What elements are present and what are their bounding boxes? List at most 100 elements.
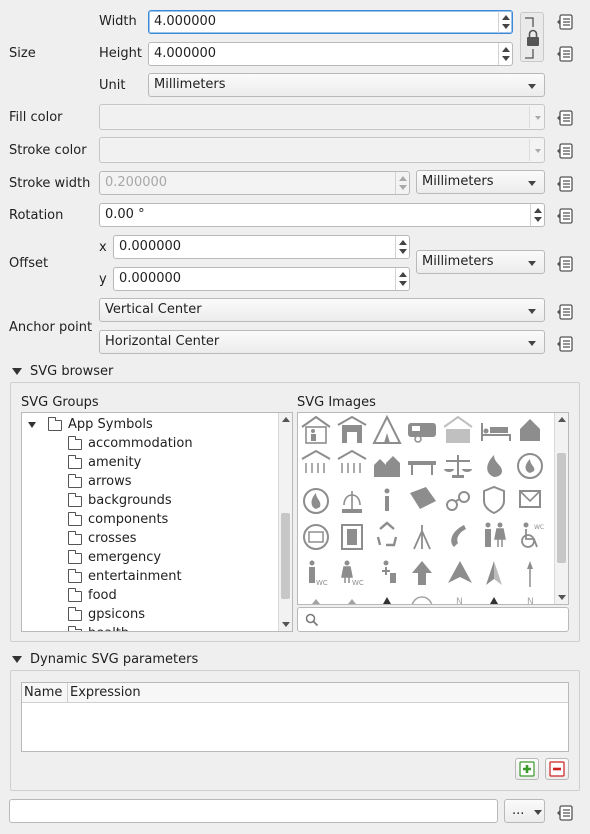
svg-path-input[interactable]: [9, 799, 498, 823]
height-value: 4.000000: [154, 46, 217, 61]
tree-item-label: gpsicons: [88, 607, 146, 622]
browse-button[interactable]: ...: [504, 799, 545, 823]
north-arrow-icon: [448, 561, 472, 583]
tree-item[interactable]: arrows: [22, 472, 278, 491]
width-spin-buttons[interactable]: [498, 11, 512, 33]
hotel-icon: [337, 415, 367, 443]
tree-item-label: backgrounds: [88, 493, 172, 508]
offset-y-spinbox[interactable]: 0.000000: [113, 267, 410, 291]
rotation-spin-buttons[interactable]: [530, 204, 544, 226]
svg-path-data-defined-button[interactable]: [552, 802, 578, 824]
stroke-width-spin-buttons[interactable]: [395, 172, 409, 194]
fill-color-data-defined-button[interactable]: [552, 107, 578, 129]
tree-item[interactable]: gpsicons: [22, 605, 278, 624]
offset-y-label: y: [99, 272, 107, 287]
scrollbar-thumb[interactable]: [281, 513, 290, 599]
north-arrow-3-icon: [527, 561, 533, 587]
data-defined-override-icon: [557, 176, 573, 192]
tree-item[interactable]: emergency: [22, 548, 278, 567]
add-parameter-button[interactable]: [515, 758, 539, 780]
toilets-men-icon: WC: [309, 560, 328, 587]
stroke-color-label: Stroke color: [9, 143, 87, 158]
tree-item-label: arrows: [88, 474, 132, 489]
dynamic-params-collapse-icon[interactable]: [12, 656, 22, 663]
anchor-horizontal-value: Horizontal Center: [105, 334, 220, 349]
expand-icon[interactable]: [28, 422, 36, 428]
svg-symbol-thumbnails[interactable]: WC WC WC NN: [298, 413, 556, 604]
stroke-width-unit-combobox[interactable]: Millimeters: [416, 170, 545, 194]
stroke-width-spinbox[interactable]: 0.200000: [99, 171, 410, 195]
toilets-icon: [485, 522, 506, 547]
north-arrow-2-icon: [486, 561, 502, 585]
stroke-width-data-defined-button[interactable]: [552, 173, 578, 195]
offset-x-spinbox[interactable]: 0.000000: [113, 235, 410, 259]
dynamic-params-title[interactable]: Dynamic SVG parameters: [30, 652, 198, 668]
svg-browser-title[interactable]: SVG browser: [30, 364, 113, 380]
remove-parameter-button[interactable]: [545, 758, 569, 780]
anchor-vertical-combobox[interactable]: Vertical Center: [99, 298, 545, 322]
svg-text:WC: WC: [352, 579, 364, 587]
column-header-name[interactable]: Name: [22, 683, 68, 703]
column-header-expression[interactable]: Expression: [68, 683, 568, 703]
survey-point-icon: [413, 525, 431, 550]
tree-item[interactable]: components: [22, 510, 278, 529]
images-scrollbar[interactable]: [554, 413, 568, 604]
tree-item[interactable]: crosses: [22, 529, 278, 548]
width-spinbox[interactable]: 4.000000: [148, 10, 513, 34]
groups-scrollbar[interactable]: [278, 413, 292, 631]
svg-text:N: N: [527, 597, 534, 604]
data-defined-override-icon: [557, 304, 573, 320]
post-box-icon: [519, 490, 541, 508]
svg-images-grid[interactable]: WC WC WC NN: [297, 412, 569, 605]
rotation-value: 0.00 °: [105, 207, 145, 222]
stroke-color-button[interactable]: [99, 137, 545, 163]
handcuffs-icon: [446, 491, 470, 511]
chevron-down-icon: [534, 810, 542, 815]
offset-x-label: x: [99, 240, 107, 255]
tree-item[interactable]: food: [22, 586, 278, 605]
tree-item[interactable]: accommodation: [22, 434, 278, 453]
tree-item-label: components: [88, 512, 169, 527]
bench-icon: [408, 461, 436, 475]
scrollbar-thumb[interactable]: [557, 453, 566, 563]
tree-item[interactable]: health: [22, 624, 278, 631]
width-data-defined-button[interactable]: [552, 11, 578, 33]
unit-label: Unit: [99, 78, 126, 93]
offset-x-spin-buttons[interactable]: [395, 236, 409, 258]
anchor-horizontal-data-defined-button[interactable]: [552, 333, 578, 355]
camping-icon: [372, 414, 402, 444]
tree-item[interactable]: backgrounds: [22, 491, 278, 510]
folder-icon: [68, 531, 82, 545]
lock-aspect-ratio-button[interactable]: [520, 12, 544, 62]
unit-combobox[interactable]: Millimeters: [148, 73, 545, 97]
svg-browser-collapse-icon[interactable]: [12, 368, 22, 375]
height-spin-buttons[interactable]: [498, 43, 512, 65]
tree-item[interactable]: entertainment: [22, 567, 278, 586]
dynamic-params-table[interactable]: Name Expression: [21, 682, 569, 752]
folder-icon: [68, 512, 82, 526]
stroke-color-data-defined-button[interactable]: [552, 140, 578, 162]
offset-unit-combobox[interactable]: Millimeters: [416, 250, 545, 274]
svg-groups-tree[interactable]: App Symbols accommodation amenity arrows ba…: [21, 412, 293, 632]
height-spinbox[interactable]: 4.000000: [148, 42, 513, 66]
offset-label: Offset: [9, 256, 49, 271]
anchor-vertical-data-defined-button[interactable]: [552, 301, 578, 323]
height-data-defined-button[interactable]: [552, 43, 578, 65]
offset-data-defined-button[interactable]: [552, 253, 578, 275]
anchor-horizontal-combobox[interactable]: Horizontal Center: [99, 330, 545, 354]
tree-item-label: emergency: [88, 550, 162, 565]
svg-search-input[interactable]: [297, 607, 569, 632]
tree-item[interactable]: amenity: [22, 453, 278, 472]
rotation-spinbox[interactable]: 0.00 °: [99, 203, 545, 227]
fill-color-button[interactable]: [99, 104, 545, 130]
stroke-width-unit-value: Millimeters: [422, 174, 494, 189]
svg-text:WC: WC: [534, 524, 544, 531]
browse-button-label: ...: [512, 803, 525, 818]
fountain-icon: [342, 491, 362, 513]
tree-item-label: accommodation: [88, 436, 193, 451]
rotation-data-defined-button[interactable]: [552, 205, 578, 227]
tree-root-row[interactable]: App Symbols: [28, 415, 278, 434]
offset-y-spin-buttons[interactable]: [395, 268, 409, 290]
book-icon: [410, 487, 436, 509]
folder-icon: [68, 569, 82, 583]
